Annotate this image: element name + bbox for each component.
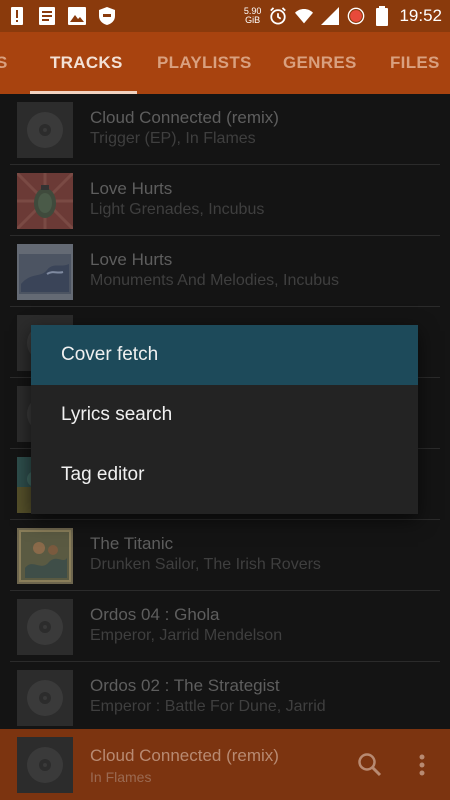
track-title: Ordos 04 : Ghola xyxy=(90,605,220,624)
data-speed-indicator: 5.90 GiB xyxy=(244,7,262,25)
album-art-monuments xyxy=(17,244,73,300)
menu-item-cover-fetch[interactable]: Cover fetch xyxy=(31,325,418,385)
data-speed-unit: GiB xyxy=(245,15,261,25)
clock-time: 19:52 xyxy=(399,6,442,25)
image-icon xyxy=(68,7,86,25)
track-context-menu: Cover fetch Lyrics search Tag editor xyxy=(31,325,418,514)
track-subtitle: Light Grenades, Incubus xyxy=(90,201,265,218)
menu-item-lyrics-search[interactable]: Lyrics search xyxy=(31,385,418,445)
tab-playlists[interactable]: PLAYLISTS xyxy=(157,32,252,94)
overflow-menu-button[interactable] xyxy=(408,751,436,779)
album-art-light-grenades xyxy=(17,173,73,229)
now-playing-title: Cloud Connected (remix) xyxy=(90,746,279,765)
disc-icon xyxy=(27,680,63,716)
now-playing-artist: In Flames xyxy=(90,769,152,785)
status-bar: 5.90 GiB 19:52 xyxy=(0,0,450,32)
menu-item-tag-editor[interactable]: Tag editor xyxy=(31,445,418,505)
track-subtitle: Drunken Sailor, The Irish Rovers xyxy=(90,556,321,573)
track-subtitle: Monuments And Melodies, Incubus xyxy=(90,272,340,289)
library-tab-bar: S TRACKS PLAYLISTS GENRES FILES xyxy=(0,32,450,94)
album-art xyxy=(17,528,73,584)
notification-badge-icon xyxy=(347,7,365,25)
track-row[interactable]: Ordos 04 : Ghola Emperor, Jarrid Mendels… xyxy=(0,591,450,662)
battery-icon xyxy=(373,6,391,26)
album-art xyxy=(17,173,73,229)
album-art-placeholder xyxy=(17,670,73,726)
track-row[interactable]: Love Hurts Light Grenades, Incubus xyxy=(0,165,450,236)
track-subtitle: Emperor, Jarrid Mendelson xyxy=(90,627,283,644)
tab-tracks[interactable]: TRACKS xyxy=(50,32,123,94)
alert-icon xyxy=(8,7,26,25)
more-vertical-icon xyxy=(419,754,425,776)
track-row[interactable]: Love Hurts Monuments And Melodies, Incub… xyxy=(0,236,450,307)
disc-icon xyxy=(27,747,63,783)
wifi-icon xyxy=(295,7,314,25)
disc-icon xyxy=(27,609,63,645)
album-art-placeholder xyxy=(17,102,73,158)
track-row[interactable]: The Titanic Drunken Sailor, The Irish Ro… xyxy=(0,520,450,591)
tab-genres[interactable]: GENRES xyxy=(283,32,357,94)
track-row[interactable]: Cloud Connected (remix) Trigger (EP), In… xyxy=(0,94,450,165)
disc-icon xyxy=(27,112,63,148)
shield-icon xyxy=(98,7,116,25)
album-art xyxy=(17,244,73,300)
track-row[interactable]: Ordos 02 : The Strategist Emperor : Batt… xyxy=(0,662,450,729)
album-art-drunken-sailor xyxy=(17,528,73,584)
track-title: Ordos 02 : The Strategist xyxy=(90,676,280,695)
tab-artists[interactable]: S xyxy=(0,32,8,94)
track-subtitle: Trigger (EP), In Flames xyxy=(90,130,256,147)
search-icon xyxy=(358,753,382,777)
album-art-placeholder xyxy=(17,599,73,655)
now-playing-art xyxy=(17,737,73,793)
now-playing-bar[interactable]: Cloud Connected (remix) In Flames xyxy=(0,729,450,800)
search-button[interactable] xyxy=(356,751,384,779)
track-subtitle: Emperor : Battle For Dune, Jarrid xyxy=(90,698,326,715)
alarm-icon xyxy=(269,7,287,25)
track-title: The Titanic xyxy=(90,534,174,553)
track-title: Cloud Connected (remix) xyxy=(90,108,279,127)
track-title: Love Hurts xyxy=(90,179,173,198)
cellular-signal-icon xyxy=(321,7,340,25)
track-title: Love Hurts xyxy=(90,250,173,269)
tab-files[interactable]: FILES xyxy=(390,32,440,94)
document-icon xyxy=(38,7,56,25)
